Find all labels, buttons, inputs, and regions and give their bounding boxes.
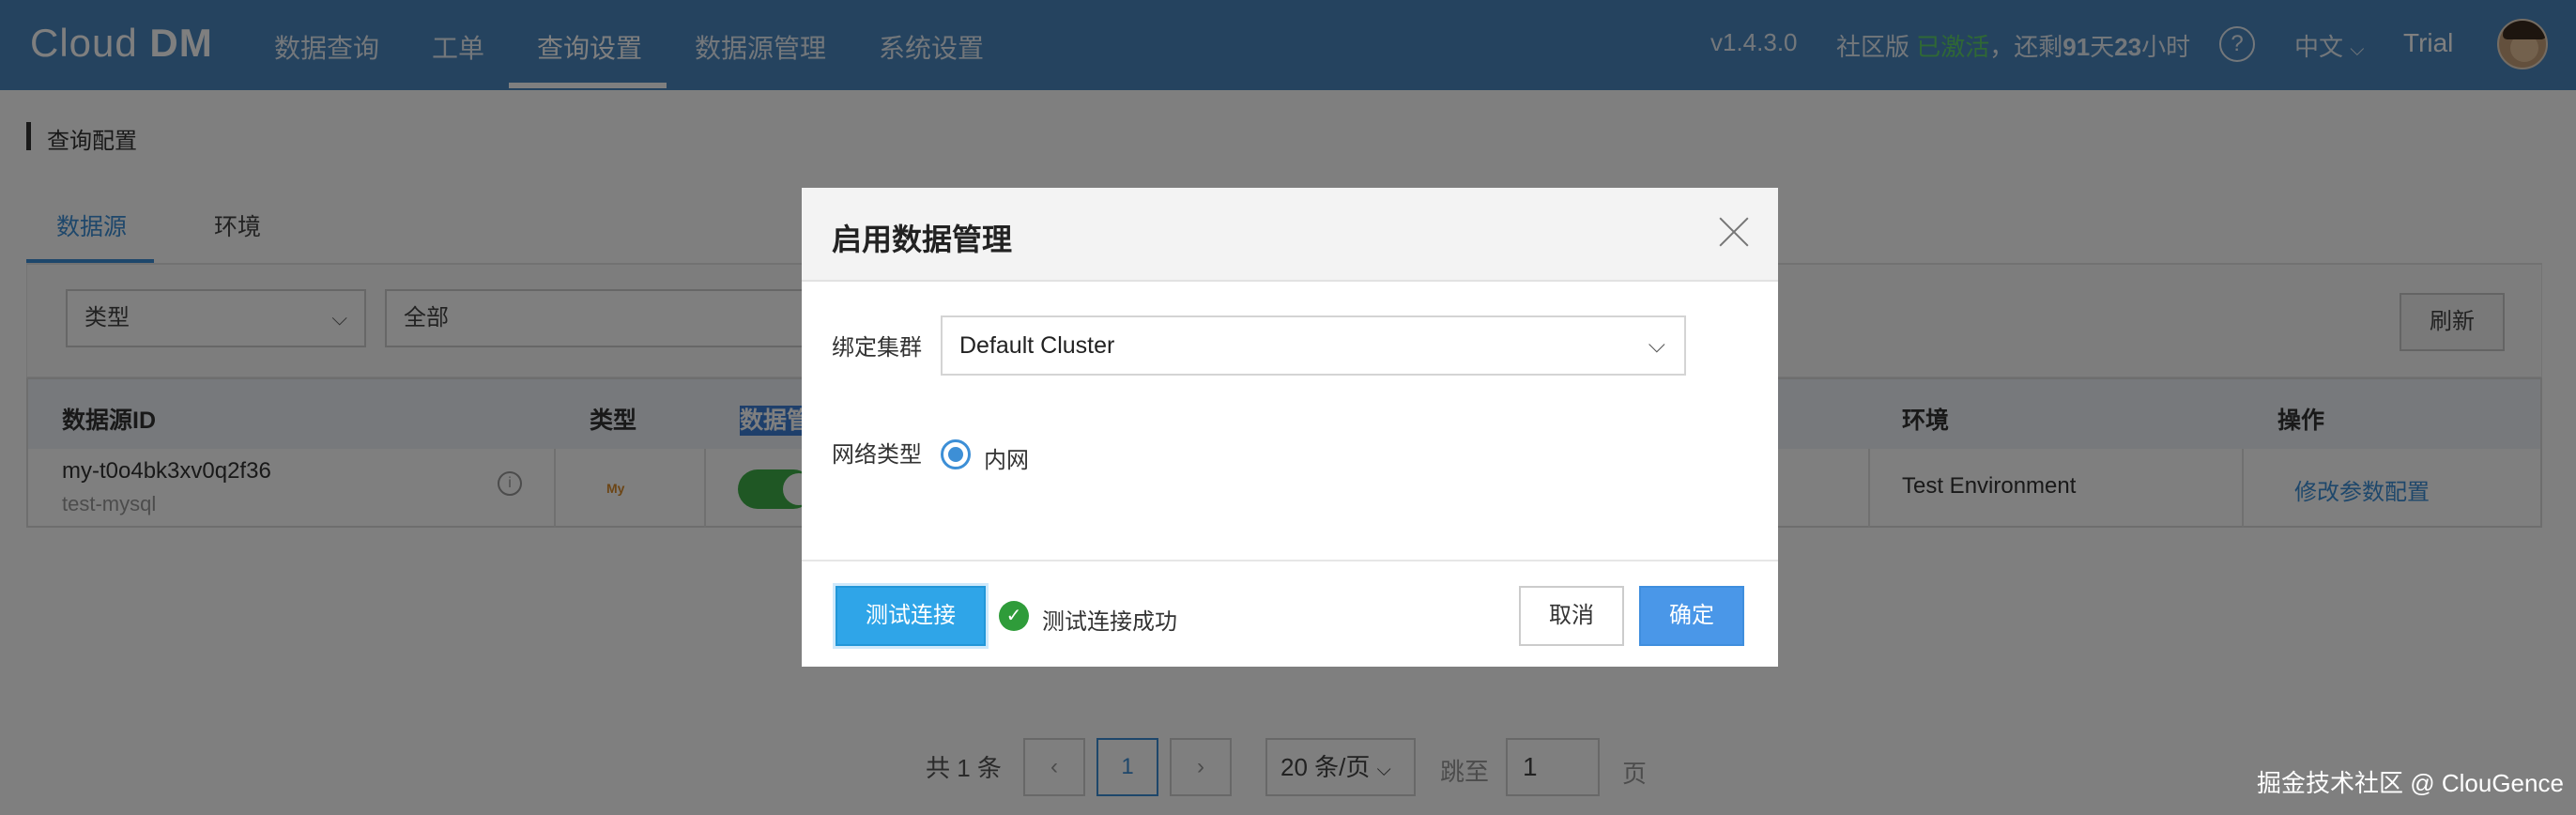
cluster-select[interactable]: Default Cluster ⌵ [941, 315, 1686, 376]
enable-data-management-dialog: 启用数据管理 绑定集群 Default Cluster ⌵ 网络类型 内网 测试… [802, 188, 1778, 667]
network-type-label: 网络类型 [832, 442, 922, 468]
modal-footer-divider [802, 560, 1778, 561]
network-intranet-label[interactable]: 内网 [984, 441, 1029, 474]
radio-selected-dot [948, 447, 963, 462]
cluster-label: 绑定集群 [832, 335, 922, 361]
modal-title: 启用数据管理 [832, 223, 1013, 256]
close-icon[interactable] [1718, 216, 1750, 248]
test-result-text: 测试连接成功 [1042, 609, 1177, 635]
cancel-button[interactable]: 取消 [1519, 586, 1624, 646]
chevron-down-icon: ⌵ [1648, 332, 1665, 358]
modal-header: 启用数据管理 [802, 188, 1778, 282]
watermark: 掘金技术社区 @ ClouGence [2257, 769, 2564, 797]
confirm-button[interactable]: 确定 [1639, 586, 1744, 646]
test-connection-button[interactable]: 测试连接 [836, 586, 986, 646]
cluster-value: Default Cluster [959, 332, 1115, 359]
network-intranet-radio[interactable] [941, 439, 971, 469]
check-circle-icon: ✓ [999, 601, 1029, 631]
